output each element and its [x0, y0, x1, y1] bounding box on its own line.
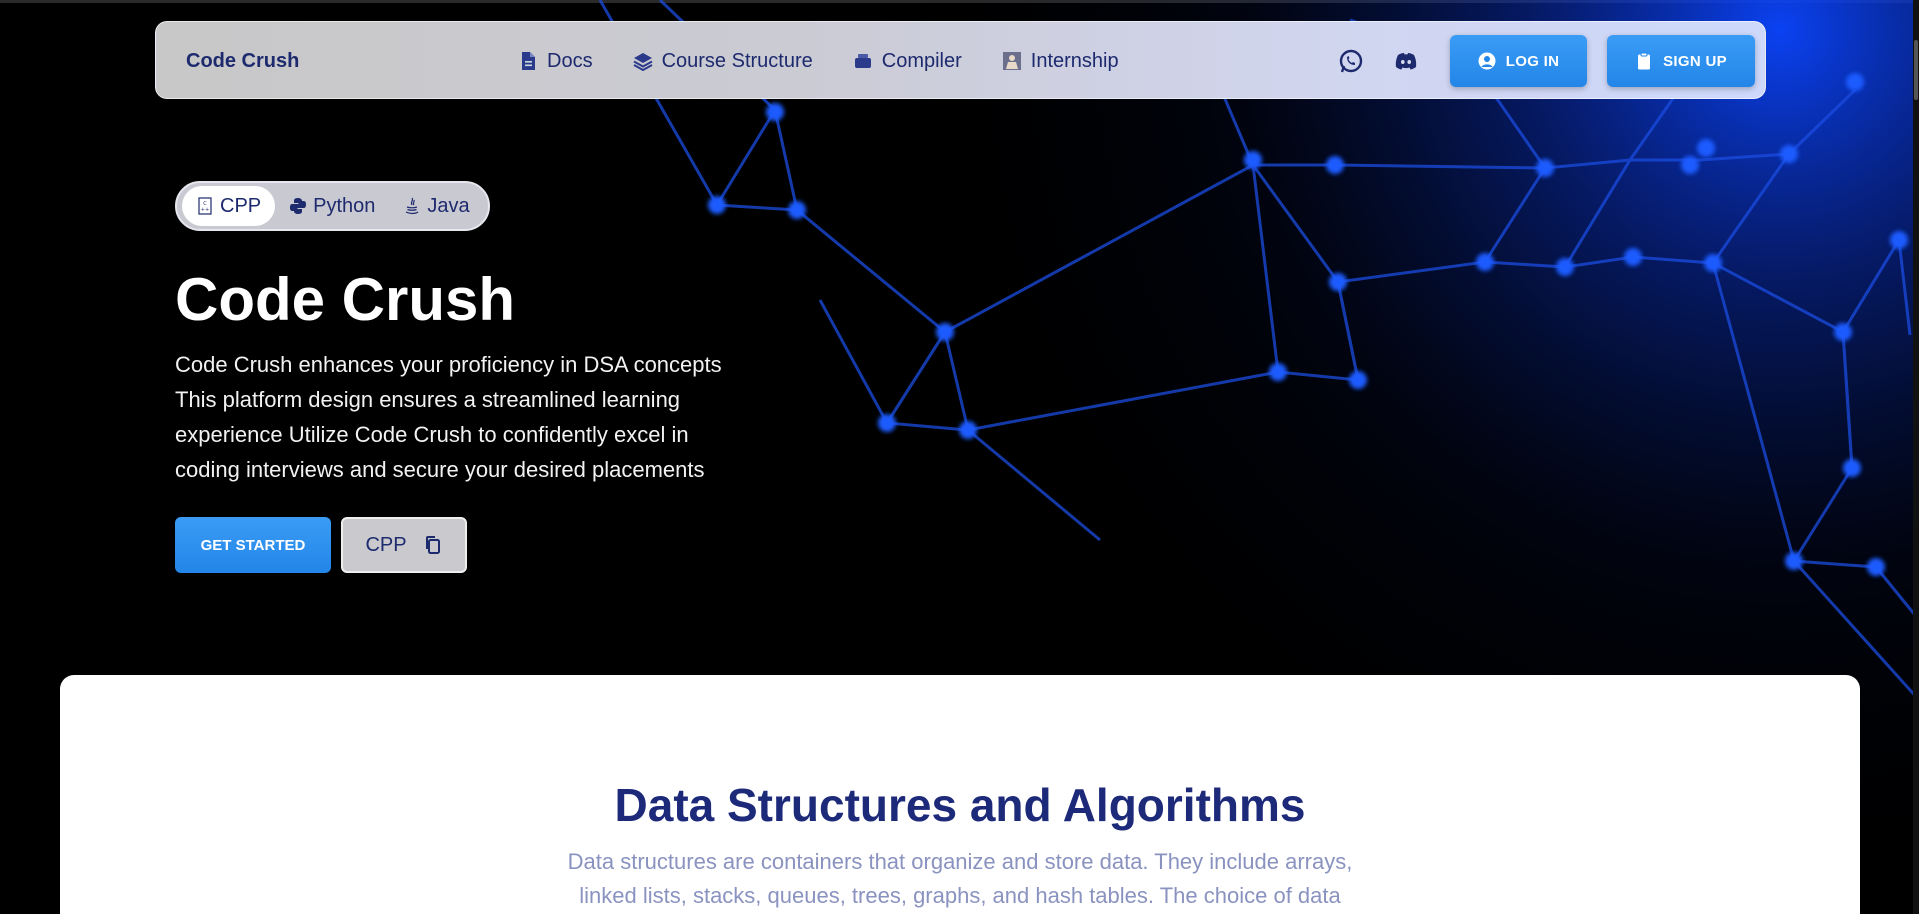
hero-title: Code Crush [175, 266, 516, 333]
whatsapp-link[interactable] [1338, 22, 1364, 100]
python-icon [290, 198, 307, 214]
nav-link-docs[interactable]: Docs [518, 50, 593, 73]
lang-label: Python [313, 194, 376, 217]
whatsapp-icon [1339, 49, 1363, 73]
scrollbar-thumb[interactable] [1914, 40, 1918, 100]
nav-link-compiler[interactable]: Compiler [853, 50, 962, 73]
user-circle-icon [1478, 52, 1496, 70]
hero-description: Code Crush enhances your proficiency in … [175, 352, 722, 482]
signup-label: SIGN UP [1663, 52, 1727, 70]
nav-link-label: Course Structure [661, 49, 813, 72]
nav-link-label: Internship [1030, 49, 1119, 72]
dsa-section-card: Data Structures and Algorithms Data stru… [60, 675, 1860, 914]
language-switch: C ++ CPP Python Java [175, 181, 490, 231]
login-label: LOG IN [1505, 52, 1560, 70]
copy-language-label: CPP [365, 533, 407, 556]
nav-link-label: Compiler [881, 49, 962, 72]
lang-tab-cpp[interactable]: C ++ CPP [182, 186, 276, 226]
compiler-icon [854, 54, 871, 68]
internship-icon [1002, 52, 1021, 70]
section-title: Data Structures and Algorithms [614, 779, 1306, 831]
java-icon [406, 197, 419, 215]
nav-link-course-structure[interactable]: Course Structure [633, 50, 813, 73]
discord-link[interactable] [1393, 22, 1419, 100]
nav-links: Docs Course Structure Compiler Internshi… [518, 22, 1119, 100]
signup-button[interactable]: SIGN UP [1607, 35, 1755, 87]
document-icon [522, 52, 535, 70]
brand-logo-text[interactable]: Code Crush [186, 50, 299, 73]
clipboard-icon [1638, 52, 1651, 70]
lang-tab-python[interactable]: Python [275, 186, 389, 226]
layers-icon [633, 53, 653, 71]
svg-text:++: ++ [201, 207, 209, 213]
copy-language-button[interactable]: CPP [341, 517, 467, 573]
top-navbar: Code Crush Docs Course Structure Compile… [155, 21, 1766, 99]
discord-icon [1395, 53, 1417, 70]
lang-label: CPP [220, 194, 262, 217]
lang-tab-java[interactable]: Java [389, 186, 483, 226]
lang-label: Java [427, 194, 470, 217]
get-started-button[interactable]: GET STARTED [175, 517, 331, 573]
login-button[interactable]: LOG IN [1450, 35, 1587, 87]
section-description: Data structures are containers that orga… [567, 849, 1353, 908]
scrollbar[interactable] [1913, 0, 1919, 914]
nav-link-label: Docs [547, 49, 593, 72]
nav-link-internship[interactable]: Internship [1002, 50, 1119, 73]
copy-icon [425, 536, 440, 554]
cpp-icon: C++ [198, 197, 212, 215]
